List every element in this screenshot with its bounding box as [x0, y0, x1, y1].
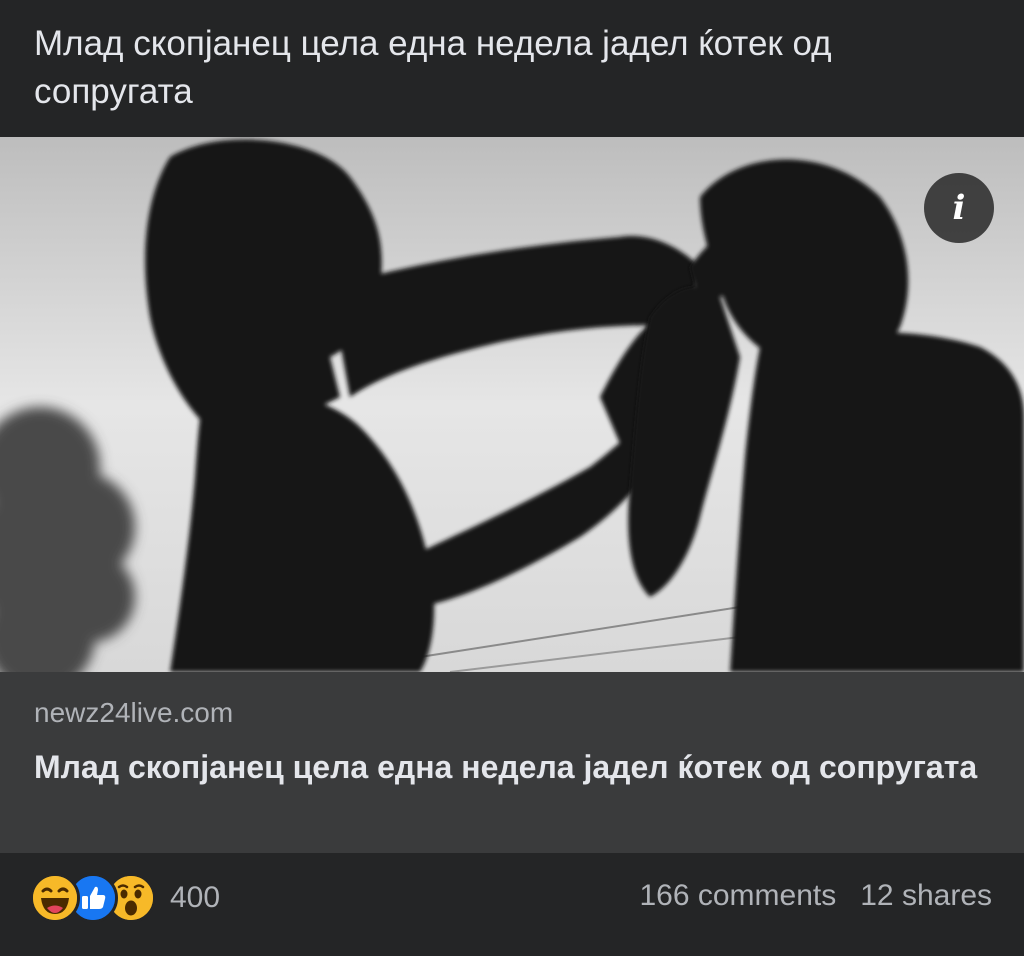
preview-domain: newz24live.com — [34, 697, 234, 728]
facebook-post: Млад скопјанец цела една недела јадел ќо… — [0, 0, 1024, 956]
preview-photo — [0, 137, 1024, 672]
link-preview-card[interactable]: i newz24live.com Млад скопјанец цела едн… — [0, 137, 1024, 853]
comments-count[interactable]: 166 comments — [639, 879, 836, 913]
shares-count[interactable]: 12 shares — [860, 879, 992, 913]
haha-reaction-icon — [30, 873, 80, 923]
preview-image[interactable]: i — [0, 137, 1024, 672]
post-footer: 400 166 comments 12 shares — [0, 853, 1024, 956]
reaction-count: 400 — [170, 881, 221, 914]
reactions-summary[interactable]: 400 — [30, 873, 220, 923]
info-icon[interactable]: i — [924, 173, 994, 243]
preview-title: Млад скопјанец цела една недела јадел ќо… — [34, 749, 978, 785]
post-text: Млад скопјанец цела една недела јадел ќо… — [34, 24, 832, 111]
preview-meta[interactable]: newz24live.com Млад скопјанец цела една … — [0, 672, 1024, 853]
engagement-counts: 166 comments 12 shares — [639, 879, 992, 913]
